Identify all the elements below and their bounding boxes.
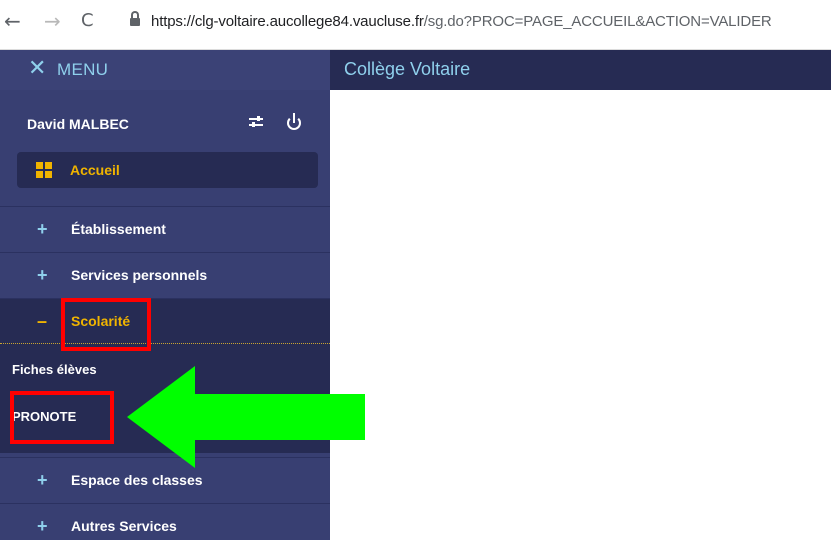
- grid-icon: [36, 162, 52, 178]
- url-path: /sg.do?PROC=PAGE_ACCUEIL&ACTION=VALIDER: [423, 13, 772, 30]
- back-arrow-icon[interactable]: ←: [4, 11, 21, 31]
- expand-icon: +: [37, 470, 48, 490]
- expand-icon: +: [37, 516, 48, 536]
- main-content: [330, 90, 831, 540]
- reload-icon[interactable]: C: [81, 11, 94, 31]
- preferences-icon[interactable]: [249, 112, 269, 132]
- menu-label: MENU: [57, 60, 109, 79]
- sidebar-section-services-personnels[interactable]: + Services personnels: [0, 252, 330, 298]
- highlight-box-pronote: [10, 391, 114, 444]
- app-header: ✕ MENU Collège Voltaire: [0, 50, 831, 90]
- page-title: Collège Voltaire: [344, 59, 471, 79]
- sidebar-section-autres-services[interactable]: + Autres Services: [0, 503, 330, 549]
- sidebar-item-label: Accueil: [70, 162, 120, 178]
- lock-icon[interactable]: [130, 11, 140, 27]
- sidebar-item-accueil[interactable]: Accueil: [17, 152, 318, 188]
- sidebar-section-etablissement[interactable]: + Établissement: [0, 206, 330, 252]
- sidebar-section-label: Établissement: [71, 221, 166, 237]
- url-host: https://clg-voltaire.aucollege84.vauclus…: [151, 13, 424, 30]
- browser-toolbar: ← → C https://clg-voltaire.aucollege84.v…: [0, 0, 831, 50]
- user-name: David MALBEC: [27, 116, 129, 132]
- sidebar-section-label: Services personnels: [71, 267, 208, 283]
- highlight-box-scolarite: [61, 298, 151, 351]
- address-bar[interactable]: https://clg-voltaire.aucollege84.vauclus…: [151, 13, 772, 30]
- sidebar-section-label: Espace des classes: [71, 472, 203, 488]
- close-icon: ✕: [28, 56, 47, 81]
- sidebar-link-fiches-eleves[interactable]: Fiches élèves: [12, 362, 97, 377]
- expand-icon: +: [37, 219, 48, 239]
- forward-arrow-icon[interactable]: →: [44, 11, 61, 31]
- collapse-icon: –: [37, 311, 48, 331]
- green-arrow-annotation: [127, 366, 365, 468]
- menu-toggle-button[interactable]: ✕ MENU: [0, 50, 330, 90]
- expand-icon: +: [37, 265, 48, 285]
- power-icon[interactable]: [284, 112, 304, 132]
- sidebar-section-label: Autres Services: [71, 518, 177, 534]
- sidebar: David MALBEC Accueil + Établissement + S…: [0, 90, 330, 540]
- sidebar-section-scolarite[interactable]: – Scolarité: [0, 298, 330, 344]
